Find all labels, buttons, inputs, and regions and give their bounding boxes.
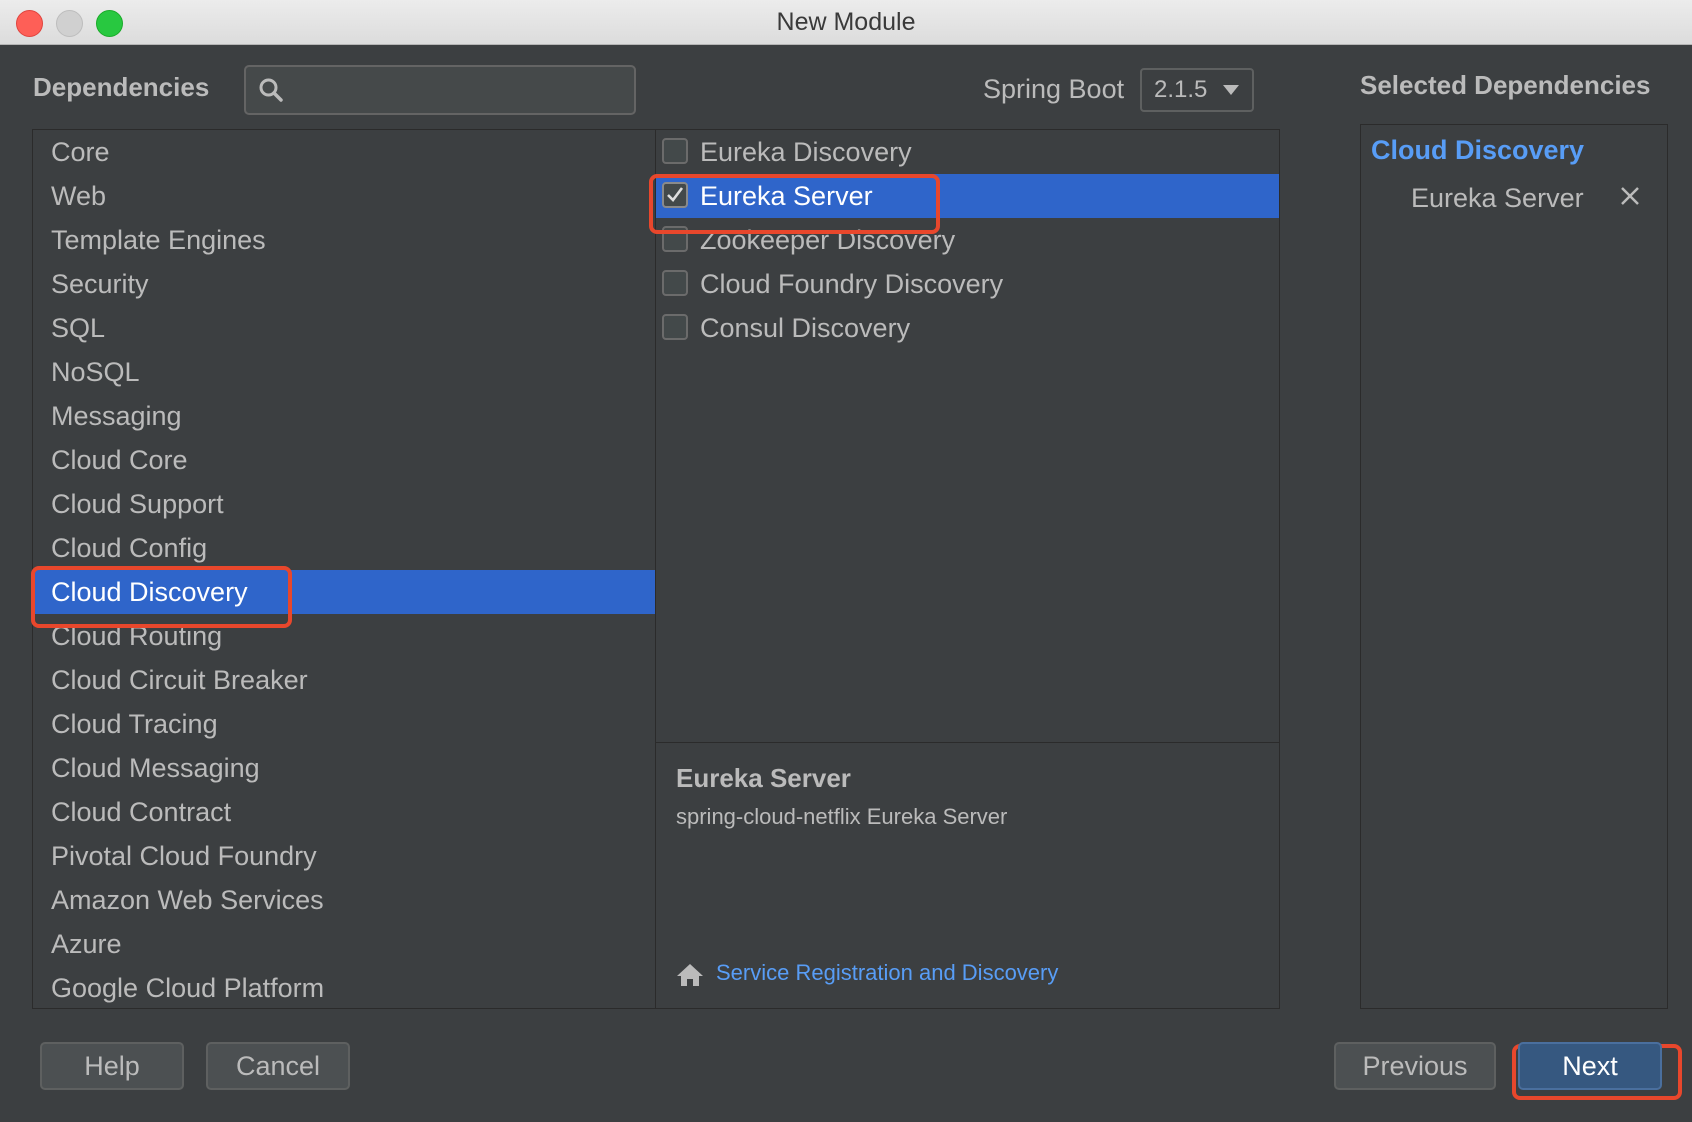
new-module-dialog: New Module Dependencies Spring Boot 2.1.…: [0, 0, 1692, 1122]
checkmark-icon: [667, 187, 684, 202]
dependency-label: Consul Discovery: [700, 313, 911, 343]
category-item[interactable]: Amazon Web Services: [33, 878, 655, 922]
dependency-checkbox[interactable]: [662, 270, 688, 296]
dependency-label: Zookeeper Discovery: [700, 225, 956, 255]
category-item[interactable]: Google Cloud Platform: [33, 966, 655, 1010]
category-item[interactable]: Cloud Messaging: [33, 746, 655, 790]
window-title: New Module: [776, 8, 916, 36]
category-item[interactable]: Security: [33, 262, 655, 306]
dependency-checkbox[interactable]: [662, 226, 688, 252]
category-item[interactable]: Pivotal Cloud Foundry: [33, 834, 655, 878]
dependencies-label: Dependencies: [33, 72, 210, 102]
category-item[interactable]: Cloud Circuit Breaker: [33, 658, 655, 702]
dependency-label: Cloud Foundry Discovery: [700, 269, 1004, 299]
category-item[interactable]: Messaging: [33, 394, 655, 438]
dependency-list: Consul Discovery Cloud Foundry Discovery Z…: [655, 129, 1280, 1009]
category-list: Core Web Template Engines Security SQL NoSQL M…: [32, 129, 656, 1009]
selected-dependencies-label: Selected Dependencies: [1360, 70, 1651, 100]
chevron-down-icon: [1223, 85, 1239, 95]
category-item[interactable]: Web: [33, 174, 655, 218]
category-item[interactable]: Core: [33, 130, 655, 174]
description-text: spring-cloud-netflix Eureka Server: [676, 804, 1008, 829]
home-icon: [677, 964, 703, 986]
dependency-checkbox[interactable]: [662, 138, 688, 164]
previous-button[interactable]: Previous: [1334, 1042, 1496, 1090]
category-item[interactable]: Cloud Tracing: [33, 702, 655, 746]
category-item[interactable]: Cloud Discovery: [33, 570, 655, 614]
category-item[interactable]: NoSQL: [33, 350, 655, 394]
dependency-checkbox[interactable]: [662, 314, 688, 340]
search-field[interactable]: [244, 65, 636, 115]
dependency-checkbox[interactable]: [662, 182, 688, 208]
category-item[interactable]: Cloud Routing: [33, 614, 655, 658]
next-button[interactable]: Next: [1518, 1042, 1662, 1090]
dependency-item[interactable]: Cloud Foundry Discovery: [656, 262, 1279, 306]
dependency-label: Eureka Discovery: [700, 137, 912, 167]
selected-dependencies-panel: Cloud Discovery Eureka Server: [1360, 124, 1668, 1009]
close-icon[interactable]: [1619, 185, 1641, 207]
dependency-item[interactable]: Consul Discovery: [656, 306, 1279, 350]
dependency-item[interactable]: Eureka Server: [656, 174, 1279, 218]
dependency-item[interactable]: Eureka Discovery: [656, 130, 1279, 174]
reference-link[interactable]: Service Registration and Discovery: [716, 960, 1058, 986]
search-input[interactable]: [292, 71, 626, 109]
selected-item-label: Eureka Server: [1411, 183, 1584, 213]
description-title: Eureka Server: [676, 763, 851, 793]
spring-boot-version-value: 2.1.5: [1154, 76, 1208, 103]
category-item[interactable]: Cloud Support: [33, 482, 655, 526]
category-item[interactable]: Cloud Config: [33, 526, 655, 570]
search-icon: [259, 78, 283, 102]
help-button[interactable]: Help: [40, 1042, 184, 1090]
dependency-item[interactable]: Zookeeper Discovery: [656, 218, 1279, 262]
dependency-description: Eureka Server spring-cloud-netflix Eurek…: [656, 742, 1279, 1009]
selected-group-label: Cloud Discovery: [1371, 135, 1585, 165]
category-item[interactable]: SQL: [33, 306, 655, 350]
category-item[interactable]: Azure: [33, 922, 655, 966]
category-item[interactable]: Template Engines: [33, 218, 655, 262]
dependency-label: Eureka Server: [700, 181, 873, 211]
category-item[interactable]: Cloud Contract: [33, 790, 655, 834]
cancel-button[interactable]: Cancel: [206, 1042, 350, 1090]
spring-boot-version-select[interactable]: 2.1.5: [1140, 68, 1254, 112]
title-bar: New Module: [0, 0, 1692, 45]
category-item[interactable]: Cloud Core: [33, 438, 655, 482]
spring-boot-label: Spring Boot: [983, 74, 1125, 104]
